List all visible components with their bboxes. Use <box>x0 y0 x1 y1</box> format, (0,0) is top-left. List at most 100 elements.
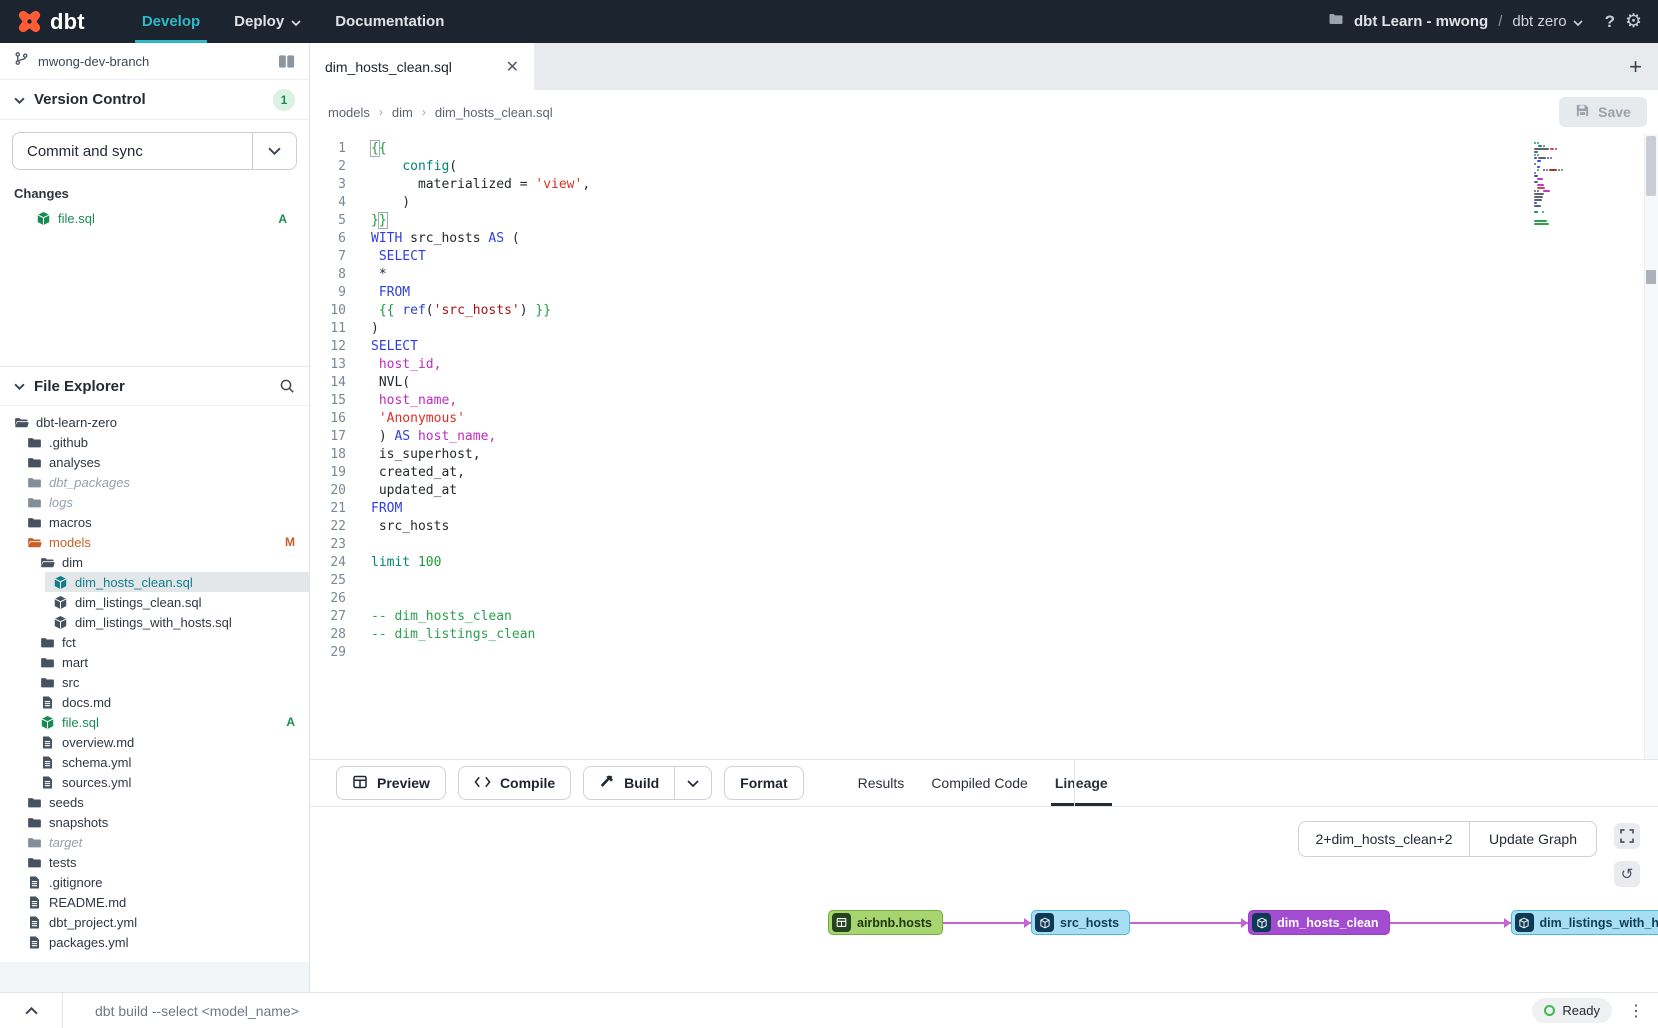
tree-item-models[interactable]: modelsM <box>0 532 309 552</box>
hammer-icon <box>599 774 615 793</box>
search-icon[interactable] <box>279 378 295 394</box>
tree-item-dbt_packages[interactable]: dbt_packages <box>0 472 309 492</box>
line-number: 17 <box>310 428 346 446</box>
version-control-header[interactable]: Version Control 1 <box>0 80 309 120</box>
lineage-edge <box>1130 922 1248 924</box>
status-badge[interactable]: Ready <box>1532 998 1612 1023</box>
chevron-up-icon[interactable] <box>0 993 63 1028</box>
gear-icon[interactable]: ⚙ <box>1625 12 1642 31</box>
lineage-selector-input[interactable]: 2+dim_hosts_clean+2 <box>1298 821 1470 857</box>
tree-item-label: dim <box>62 555 83 570</box>
lineage-node-airbnb.hosts[interactable]: airbnb.hosts <box>828 910 943 935</box>
nav-item-documentation[interactable]: Documentation <box>318 0 461 43</box>
tree-item-target[interactable]: target <box>0 832 309 852</box>
tree-item-src[interactable]: src <box>0 672 309 692</box>
tab-results[interactable]: Results <box>858 760 905 806</box>
build-options-button[interactable] <box>674 766 712 800</box>
git-status-badge: M <box>285 535 295 549</box>
tree-item-.gitignore[interactable]: .gitignore <box>0 872 309 892</box>
editor-tab-active[interactable]: dim_hosts_clean.sql ✕ <box>310 43 534 90</box>
kebab-menu-icon[interactable]: ⋮ <box>1628 1001 1644 1021</box>
tree-item-logs[interactable]: logs <box>0 492 309 512</box>
lineage-controls: 2+dim_hosts_clean+2 Update Graph <box>1298 821 1597 857</box>
build-button[interactable]: Build <box>583 766 675 800</box>
code-brackets-icon <box>474 775 491 792</box>
code-line: 13 host_id, <box>310 356 1658 374</box>
tree-item-file.sql[interactable]: file.sqlA <box>0 712 309 732</box>
tree-item-packages.yml[interactable]: packages.yml <box>0 932 309 952</box>
tab-lineage[interactable]: Lineage <box>1055 760 1108 806</box>
command-input[interactable]: dbt build --select <model_name> <box>95 1003 299 1019</box>
breadcrumb: models › dim › dim_hosts_clean.sql Save <box>310 90 1658 134</box>
lineage-node-src_hosts[interactable]: src_hosts <box>1031 910 1130 935</box>
commit-options-button[interactable] <box>252 133 296 169</box>
tab-compiled-code[interactable]: Compiled Code <box>931 760 1028 806</box>
file-explorer-header[interactable]: File Explorer <box>0 366 309 406</box>
panels-icon[interactable] <box>278 54 295 69</box>
tree-item-README.md[interactable]: README.md <box>0 892 309 912</box>
tree-item-.github[interactable]: .github <box>0 432 309 452</box>
tree-item-analyses[interactable]: analyses <box>0 452 309 472</box>
editor-scrollbar[interactable] <box>1644 134 1658 759</box>
tree-item-dbt_project.yml[interactable]: dbt_project.yml <box>0 912 309 932</box>
tree-item-snapshots[interactable]: snapshots <box>0 812 309 832</box>
build-split-button: Build <box>583 766 712 800</box>
preview-button[interactable]: Preview <box>336 766 446 800</box>
folder-open-icon <box>14 415 29 430</box>
tree-item-seeds[interactable]: seeds <box>0 792 309 812</box>
chevron-down-icon <box>291 13 301 30</box>
breadcrumb-dim[interactable]: dim <box>392 105 413 120</box>
code-line: 5}} <box>310 212 1658 230</box>
model-icon <box>53 575 68 590</box>
tree-item-label: dbt-learn-zero <box>36 415 117 430</box>
format-button[interactable]: Format <box>724 766 803 800</box>
help-icon[interactable]: ? <box>1605 12 1615 32</box>
dbt-cloud-ide: dbt Develop Deploy Documentation dbt Lea… <box>0 0 1658 1028</box>
code-line: 8 * <box>310 266 1658 284</box>
scrollbar-thumb[interactable] <box>1646 136 1656 196</box>
tree-item-dim_listings_clean.sql[interactable]: dim_listings_clean.sql <box>0 592 309 612</box>
tree-item-docs.md[interactable]: docs.md <box>0 692 309 712</box>
tree-item-mart[interactable]: mart <box>0 652 309 672</box>
changed-file-row[interactable]: file.sql A <box>12 208 297 229</box>
tree-item-tests[interactable]: tests <box>0 852 309 872</box>
breadcrumb-file[interactable]: dim_hosts_clean.sql <box>435 105 553 120</box>
project-name[interactable]: dbt Learn - mwong <box>1354 13 1488 30</box>
line-number: 20 <box>310 482 346 500</box>
close-icon[interactable]: ✕ <box>506 57 519 77</box>
tree-item-overview.md[interactable]: overview.md <box>0 732 309 752</box>
file-icon <box>27 895 42 910</box>
fullscreen-icon[interactable] <box>1614 823 1640 849</box>
changed-file-name: file.sql <box>58 211 95 226</box>
lineage-node-dim_hosts_clean[interactable]: dim_hosts_clean <box>1248 910 1389 935</box>
tree-item-dim_listings_with_hosts.sql[interactable]: dim_listings_with_hosts.sql <box>0 612 309 632</box>
chevron-right-icon: › <box>379 105 383 119</box>
dbt-logo-icon[interactable] <box>16 8 43 35</box>
tree-item-schema.yml[interactable]: schema.yml <box>0 752 309 772</box>
tree-item-fct[interactable]: fct <box>0 632 309 652</box>
lineage-node-dim_listings_with_hosts[interactable]: dim_listings_with_hosts <box>1511 910 1658 935</box>
tree-item-dim_hosts_clean.sql[interactable]: dim_hosts_clean.sql <box>45 572 309 592</box>
update-graph-button[interactable]: Update Graph <box>1469 821 1597 857</box>
top-navbar: dbt Develop Deploy Documentation dbt Lea… <box>0 0 1658 43</box>
code-line: 22 src_hosts <box>310 518 1658 536</box>
project-folder-icon <box>1328 11 1344 32</box>
minimap[interactable] <box>1534 142 1614 229</box>
nav-item-develop[interactable]: Develop <box>125 0 217 43</box>
code-line: 14 NVL( <box>310 374 1658 392</box>
tree-item-sources.yml[interactable]: sources.yml <box>0 772 309 792</box>
new-tab-plus-icon[interactable]: + <box>1629 54 1642 80</box>
tree-item-macros[interactable]: macros <box>0 512 309 532</box>
compile-button[interactable]: Compile <box>458 766 571 800</box>
code-editor[interactable]: 1{{2 config(3 materialized = 'view',4 )5… <box>310 134 1658 759</box>
save-button[interactable]: Save <box>1559 97 1647 127</box>
nav-item-deploy[interactable]: Deploy <box>217 0 318 43</box>
environment-selector[interactable]: dbt zero <box>1512 13 1582 30</box>
breadcrumb-models[interactable]: models <box>328 105 370 120</box>
tree-item-dbt-learn-zero[interactable]: dbt-learn-zero <box>0 412 309 432</box>
folder-icon <box>27 835 42 850</box>
commit-and-sync-button[interactable]: Commit and sync <box>13 133 252 169</box>
tree-item-label: dbt_project.yml <box>49 915 137 930</box>
reset-view-icon[interactable]: ↺ <box>1614 861 1640 887</box>
tree-item-dim[interactable]: dim <box>0 552 309 572</box>
